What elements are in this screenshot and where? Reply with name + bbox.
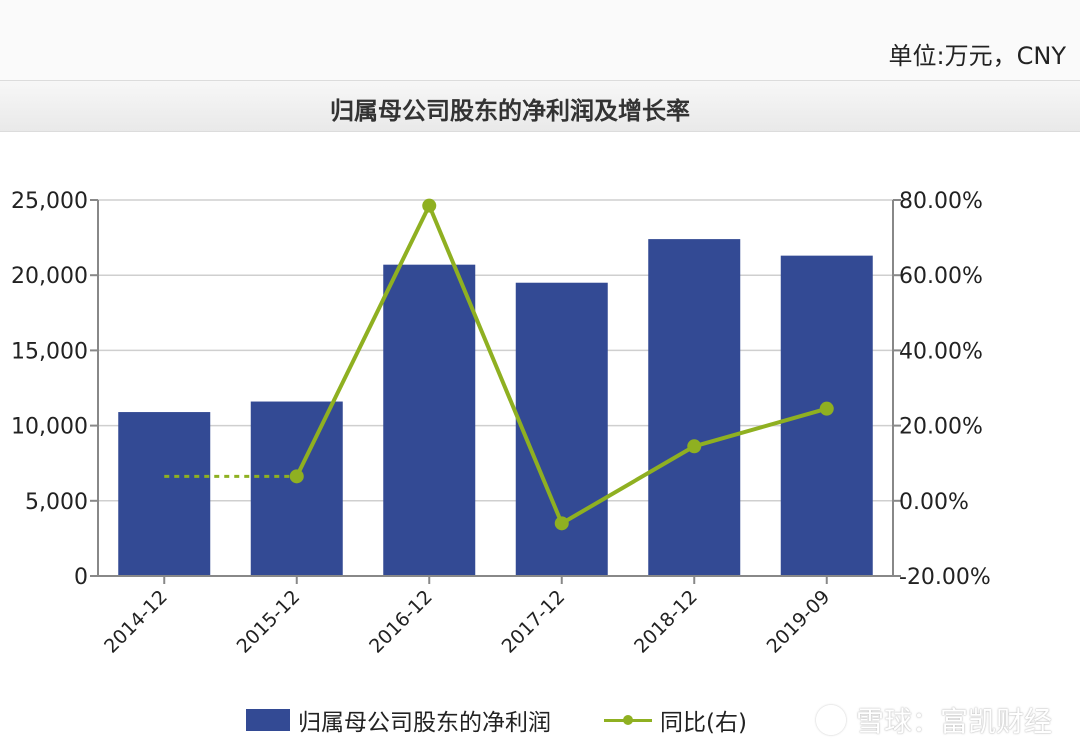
- x-tick-label: 2016-12: [365, 586, 437, 658]
- legend-bar-swatch: [246, 709, 290, 731]
- bar: [118, 412, 211, 576]
- y-right-tick-label: 40.00%: [899, 339, 983, 364]
- bar: [648, 239, 741, 576]
- line-point: [687, 439, 702, 454]
- x-tick-label: 2014-12: [100, 586, 172, 658]
- legend-line-swatch: [604, 709, 652, 731]
- legend-item-line[interactable]: 同比(右): [604, 703, 747, 737]
- line-point: [289, 469, 304, 484]
- bar: [250, 401, 343, 576]
- snowball-logo-icon: [815, 705, 846, 735]
- y-left-tick-label: 15,000: [11, 339, 88, 364]
- x-tick-label: 2019-09: [763, 586, 835, 658]
- chart: 0 5,000 10,000 15,000 20,000 25,000 -20.00% 0.0…: [11, 189, 991, 658]
- y-right-tick-label: -20.00%: [899, 565, 991, 590]
- y-left-tick-label: 20,000: [11, 264, 88, 289]
- line-point: [554, 516, 569, 531]
- y-left-tick-label: 25,000: [11, 189, 88, 214]
- watermark: 雪球：富凯财经: [815, 700, 1052, 740]
- x-tick-label: 2017-12: [498, 586, 570, 658]
- y-left-tick-label: 0: [74, 565, 88, 590]
- y-right-tick-label: 80.00%: [899, 189, 983, 214]
- legend-item-bar[interactable]: 归属母公司股东的净利润: [246, 703, 551, 737]
- line-point: [819, 401, 834, 416]
- x-tick-label: 2018-12: [630, 586, 702, 658]
- line-point: [422, 198, 437, 213]
- y-right-tick-label: 60.00%: [899, 264, 983, 289]
- legend-line-label: 同比(右): [660, 710, 747, 736]
- watermark-text: 雪球：富凯财经: [855, 705, 1052, 738]
- bar: [515, 282, 608, 576]
- y-left-tick-label: 10,000: [11, 415, 88, 440]
- y-left-tick-label: 5,000: [25, 490, 88, 515]
- y-right-tick-label: 20.00%: [899, 415, 983, 440]
- x-tick-label: 2015-12: [233, 586, 305, 658]
- bar: [383, 264, 476, 576]
- legend-bar-label: 归属母公司股东的净利润: [298, 710, 551, 736]
- y-right-tick-label: 0.00%: [899, 490, 969, 515]
